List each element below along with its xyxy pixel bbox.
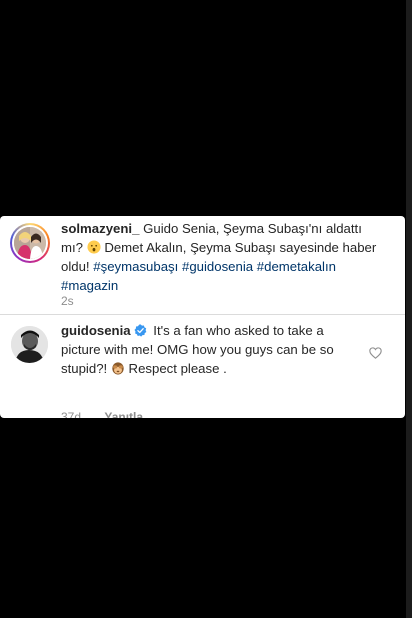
comment-row: guidosenia It's a fan who asked to take … bbox=[0, 315, 405, 418]
heart-outline-icon[interactable] bbox=[369, 347, 382, 359]
post-time: 2s bbox=[61, 294, 74, 308]
comment-username[interactable]: guidosenia bbox=[61, 323, 131, 338]
reply-button[interactable]: Yanıtla bbox=[104, 410, 143, 418]
see-no-evil-monkey-emoji-icon bbox=[112, 362, 124, 375]
hashtag-link[interactable]: #şeymasubaşı bbox=[93, 259, 178, 274]
post-meta: 2s bbox=[61, 294, 74, 308]
hashtag-link[interactable]: #guidosenia bbox=[182, 259, 253, 274]
verified-badge-icon bbox=[134, 324, 146, 337]
hashtag-link[interactable]: #magazin bbox=[61, 278, 118, 293]
comment-part2: Respect please . bbox=[128, 361, 227, 376]
avatar[interactable] bbox=[11, 326, 48, 363]
avatar bbox=[14, 227, 46, 259]
story-ring-avatar[interactable] bbox=[10, 223, 50, 263]
comment-time: 37d bbox=[61, 410, 82, 418]
comment-text: guidosenia It's a fan who asked to take … bbox=[61, 321, 361, 378]
comment-card: solmazyeni_ Guido Senia, Şeyma Subaşı'nı… bbox=[0, 216, 405, 418]
hushed-face-emoji-icon bbox=[87, 240, 101, 254]
caption-text: solmazyeni_ Guido Senia, Şeyma Subaşı'nı… bbox=[61, 219, 381, 295]
screen-edge bbox=[406, 0, 412, 618]
hashtag-link[interactable]: #demetakalın bbox=[257, 259, 336, 274]
post-caption: solmazyeni_ Guido Senia, Şeyma Subaşı'nı… bbox=[0, 216, 405, 314]
comment-meta: 37d Yanıtla bbox=[61, 410, 143, 418]
post-username[interactable]: solmazyeni_ bbox=[61, 221, 139, 236]
